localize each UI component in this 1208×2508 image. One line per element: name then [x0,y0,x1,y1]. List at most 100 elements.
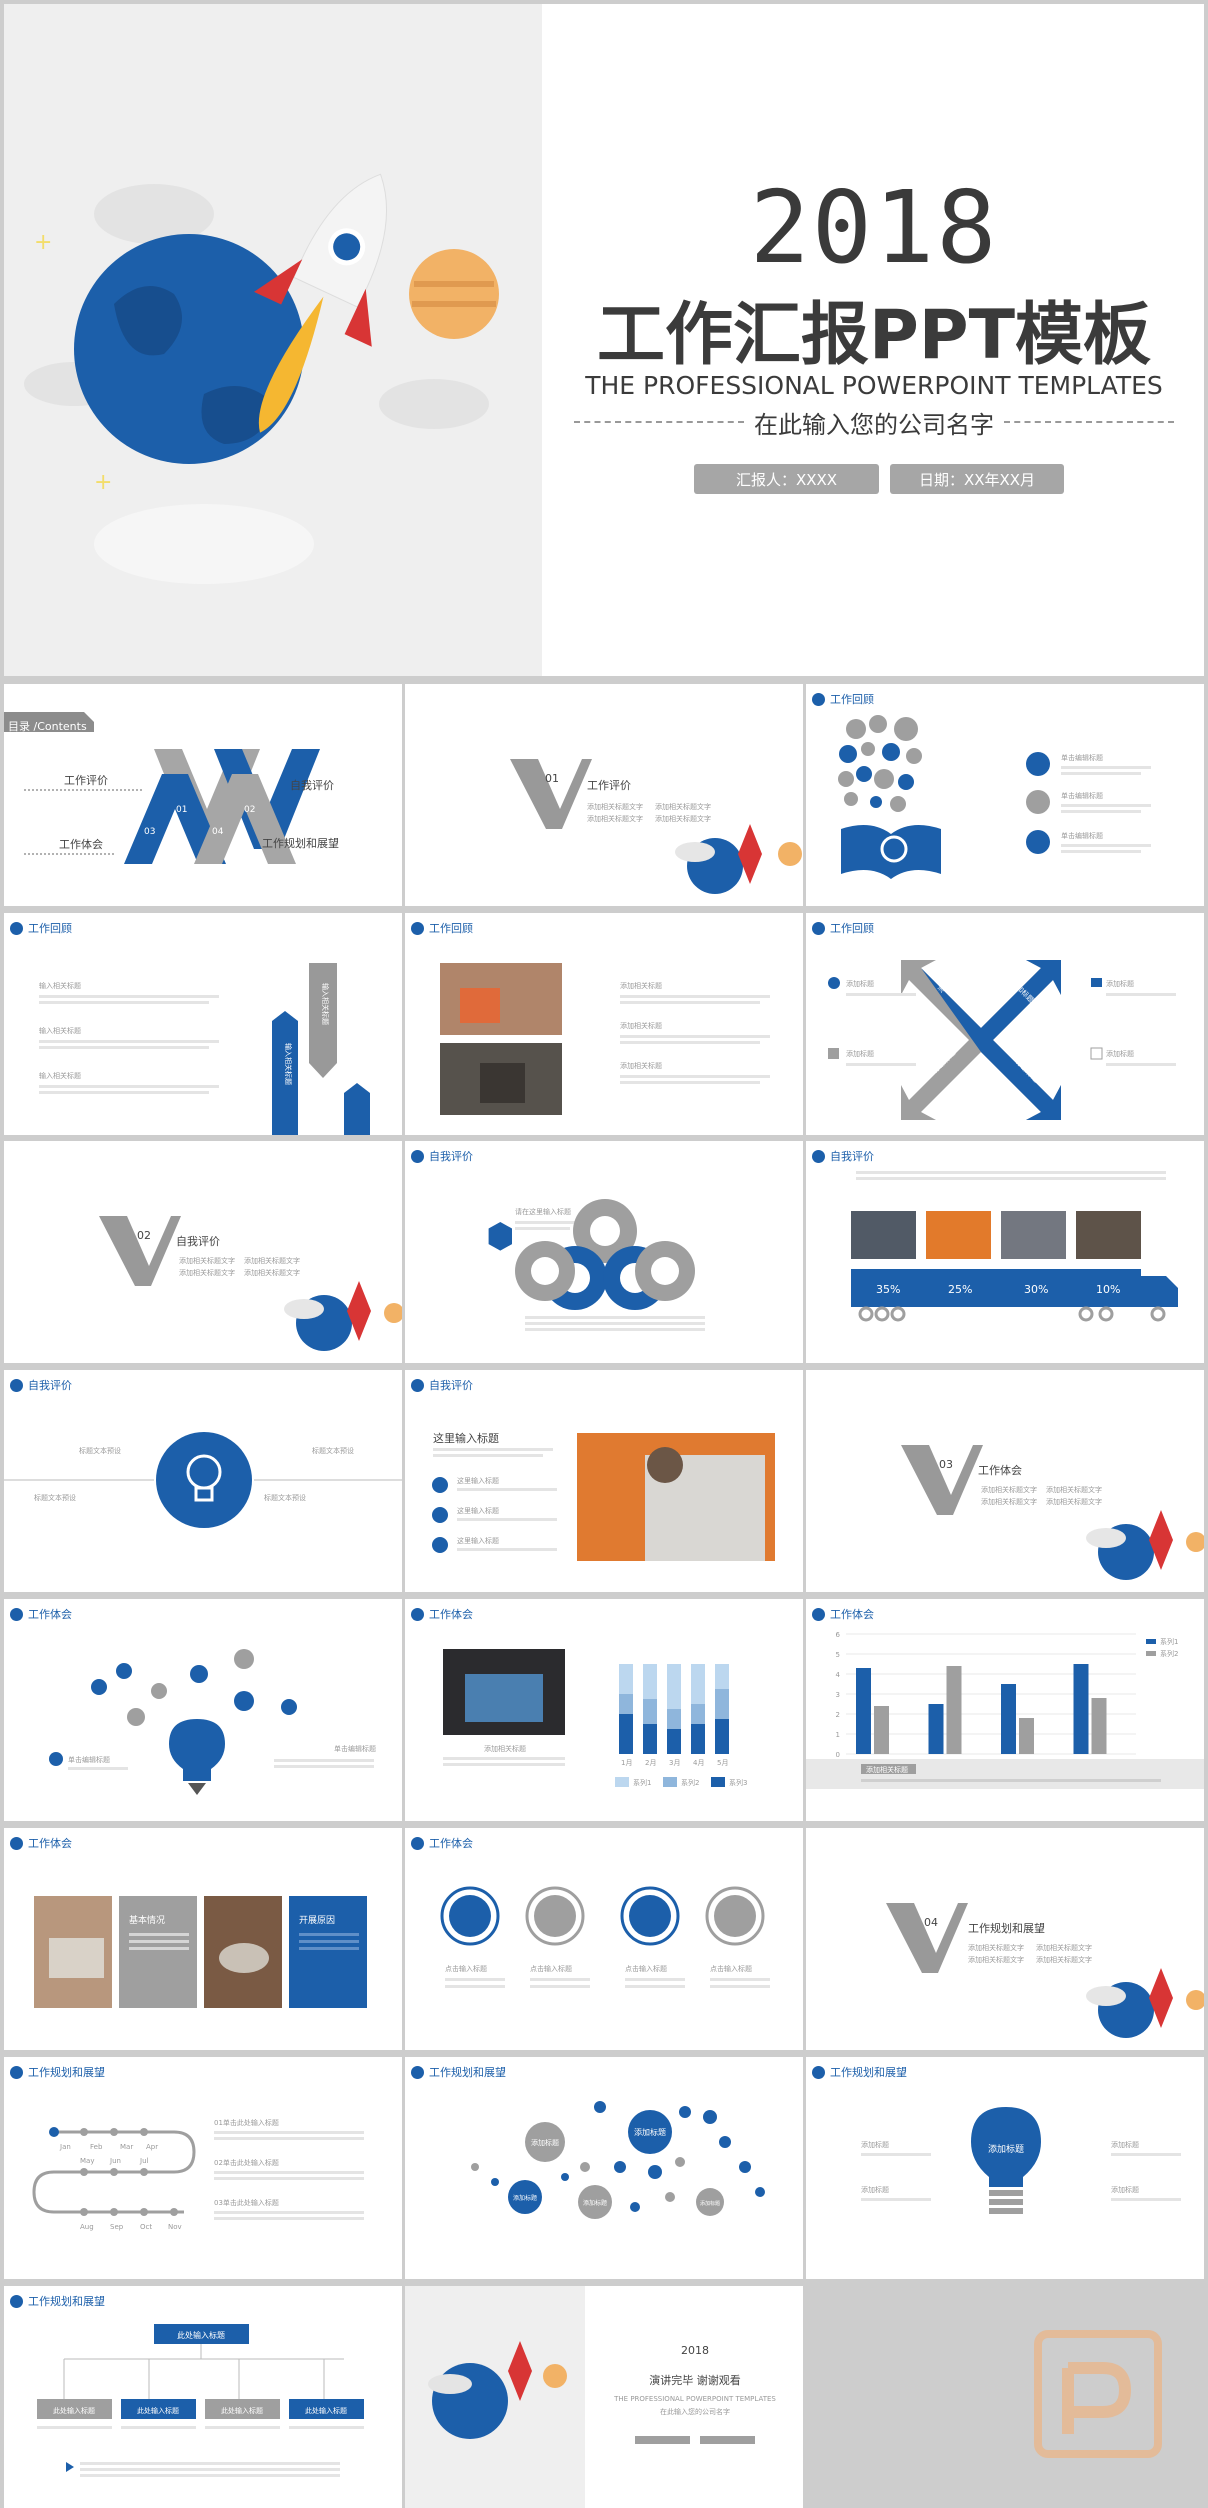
svg-text:添加相关标题文字: 添加相关标题文字 [1036,1943,1092,1952]
slide-plan-bulb[interactable]: 工作规划和展望 添加标题 添加标题 添加标题 添加标题 添加标题 [806,2057,1204,2279]
slide-section-03[interactable]: 03 工作体会 添加相关标题文字 添加相关标题文字 添加相关标题文字 添加相关标… [806,1370,1204,1592]
svg-text:标题文本预设: 标题文本预设 [312,1446,354,1455]
svg-text:Jan: Jan [59,2143,71,2151]
svg-text:系列1: 系列1 [1160,1637,1178,1646]
svg-text:Jul: Jul [139,2157,149,2165]
bar [946,1666,962,1754]
slide-self-truck[interactable]: 自我评价 35% 25% 30% 10% [806,1141,1204,1363]
svg-text:工作评价: 工作评价 [587,779,631,792]
slide-exp-barchart[interactable]: 工作体会 0123456 添加相关标题 系列1 系列2 [806,1599,1204,1821]
svg-text:添加相关标题文字: 添加相关标题文字 [244,1256,300,1265]
svg-text:添加标题: 添加标题 [988,2143,1024,2155]
svg-text:Jun: Jun [109,2157,121,2165]
y-tick-label: 0 [836,1751,840,1759]
svg-text:May: May [80,2157,94,2165]
logo-watermark [1034,2330,1162,2458]
svg-text:4月: 4月 [693,1759,704,1767]
svg-text:点击输入标题: 点击输入标题 [625,1964,667,1973]
svg-text:+: + [34,230,52,255]
date-pill: 日期：XX年XX月 [890,464,1064,494]
svg-text:添加标题: 添加标题 [861,2185,889,2194]
slide-exp-bulb-icons[interactable]: 工作体会 单击编辑标题 单击编辑标题 [4,1599,402,1821]
slide-exp-four-icons[interactable]: 工作体会 点击输入标题 点击输入标题 点击输入标题 点击输入标题 [405,1828,803,2050]
svg-text:添加标题: 添加标题 [1106,979,1134,988]
svg-text:04: 04 [924,1916,938,1929]
slide-toc[interactable]: 目录 /Contents 工作评价 自我评价 工作体会 工作规划和展望 01 0… [4,684,402,906]
svg-text:添加标题: 添加标题 [583,2199,607,2207]
slide-self-photo[interactable]: 自我评价 这里输入标题 这里输入标题 这里输入标题 这里输入标题 [405,1370,803,1592]
svg-text:单击编辑标题: 单击编辑标题 [1061,753,1103,762]
svg-text:添加标题: 添加标题 [1106,1049,1134,1058]
svg-text:添加相关标题文字: 添加相关标题文字 [587,802,643,811]
watermark-area [806,2286,1204,2508]
y-tick-label: 6 [836,1631,841,1639]
svg-text:这里输入标题: 这里输入标题 [457,1506,499,1515]
svg-text:添加相关标题文字: 添加相关标题文字 [655,814,711,823]
svg-text:添加相关标题文字: 添加相关标题文字 [587,814,643,823]
y-tick-label: 4 [836,1671,841,1679]
bar-segment-light [715,1664,729,1689]
svg-text:添加相关标题文字: 添加相关标题文字 [981,1497,1037,1506]
slide-ending[interactable]: 2018 演讲完毕 谢谢观看 THE PROFESSIONAL POWERPOI… [405,2286,803,2508]
svg-text:标题文本预设: 标题文本预设 [264,1493,306,1502]
slide-self-bulb[interactable]: 自我评价 标题文本预设 标题文本预设 标题文本预设 标题文本预设 [4,1370,402,1592]
toc-tag: 目录 /Contents [8,720,87,733]
slide-exp-chart[interactable]: 工作体会 添加相关标题 1月 2月 3月 4月 5月 系列1 系列2 系列3 [405,1599,803,1821]
svg-text:Sep: Sep [110,2223,124,2231]
slide-review-bars[interactable]: 工作回顾 输入相关标题 输入相关标题 输入相关标题 输入相关标题 输入相关标题 [4,913,402,1135]
svg-text:工作体会: 工作体会 [59,837,103,851]
svg-text:此处输入标题: 此处输入标题 [177,2330,225,2340]
svg-text:3月: 3月 [669,1759,680,1767]
svg-text:工作评价: 工作评价 [64,774,108,787]
slide-self-circles[interactable]: 自我评价 请在这里输入标题 [405,1141,803,1363]
svg-text:标题文本预设: 标题文本预设 [34,1493,76,1502]
slide-section-04[interactable]: 04 工作规划和展望 添加相关标题文字 添加相关标题文字 添加相关标题文字 添加… [806,1828,1204,2050]
slide-section-01[interactable]: 01 工作评价 添加相关标题文字 添加相关标题文字 添加相关标题文字 添加相关标… [405,684,803,906]
svg-text:Nov: Nov [168,2223,182,2231]
svg-text:Apr: Apr [146,2143,158,2151]
svg-text:+: + [94,470,112,495]
svg-text:添加标题: 添加标题 [531,2138,559,2147]
svg-text:5月: 5月 [717,1759,728,1767]
bar [1019,1718,1034,1754]
slide-plan-bubbles[interactable]: 工作规划和展望 添加标题 添加标题 添加标题 添加标题 添加标题 [405,2057,803,2279]
svg-text:此处输入标题: 此处输入标题 [221,2406,263,2415]
slide-exp-photos[interactable]: 工作体会 基本情况 开展原因 [4,1828,402,2050]
svg-text:02: 02 [137,1229,151,1242]
reporter-pill: 汇报人：XXXX [694,464,879,494]
svg-text:添加相关标题文字: 添加相关标题文字 [968,1943,1024,1952]
svg-text:这里输入标题: 这里输入标题 [457,1476,499,1485]
y-tick-label: 2 [836,1711,840,1719]
svg-text:Mar: Mar [120,2143,133,2151]
ending-title: 演讲完毕 谢谢观看 [649,2373,741,2387]
slide-plan-org[interactable]: 工作规划和展望 此处输入标题 此处输入标题 此处输入标题 此处输入标题 此处输入… [4,2286,402,2508]
svg-text:此处输入标题: 此处输入标题 [305,2406,347,2415]
slide-review-photos[interactable]: 工作回顾 添加相关标题 添加相关标题 添加相关标题 [405,913,803,1135]
svg-text:此处输入标题: 此处输入标题 [137,2406,179,2415]
svg-text:添加相关标题文字: 添加相关标题文字 [1046,1485,1102,1494]
bar [1073,1664,1089,1754]
slide-section-02[interactable]: 02 自我评价 添加相关标题文字 添加相关标题文字 添加相关标题文字 添加相关标… [4,1141,402,1363]
svg-text:添加相关标题: 添加相关标题 [866,1765,908,1774]
svg-text:03单击此处输入标题: 03单击此处输入标题 [214,2198,279,2207]
svg-text:自我评价: 自我评价 [176,1235,220,1248]
svg-text:工作规划和展望: 工作规划和展望 [968,1921,1045,1935]
svg-text:添加相关标题文字: 添加相关标题文字 [1036,1955,1092,1964]
svg-text:输入相关标题: 输入相关标题 [39,1071,81,1080]
svg-text:添加相关标题: 添加相关标题 [620,1061,662,1070]
svg-text:02单击此处输入标题: 02单击此处输入标题 [214,2158,279,2167]
svg-text:添加相关标题文字: 添加相关标题文字 [981,1485,1037,1494]
stacked-bar-chart [619,1664,729,1754]
svg-text:输入相关标题: 输入相关标题 [39,1026,81,1035]
svg-text:添加相关标题: 添加相关标题 [620,981,662,990]
svg-text:系列3: 系列3 [729,1778,747,1787]
slide-review-icons[interactable]: 工作回顾 单击编辑标题 单击编辑标题 单击编辑标题 [806,684,1204,906]
svg-text:Oct: Oct [140,2223,152,2231]
svg-text:添加标题: 添加标题 [846,979,874,988]
slide-plan-timeline[interactable]: 工作规划和展望 Jan Feb Mar Apr May Jun Jul Aug … [4,2057,402,2279]
cover-slide: + + 2018 工作汇报PPT模板 THE PROFESSIONAL POWE… [4,4,1204,676]
svg-text:添加标题: 添加标题 [861,2140,889,2149]
svg-text:03: 03 [939,1458,953,1471]
svg-text:添加相关标题文字: 添加相关标题文字 [179,1256,235,1265]
slide-review-arrows[interactable]: 工作回顾 添加标题 添加标题 添加标题 添加标题 添加标题 添加标题 添加标题 … [806,913,1204,1135]
